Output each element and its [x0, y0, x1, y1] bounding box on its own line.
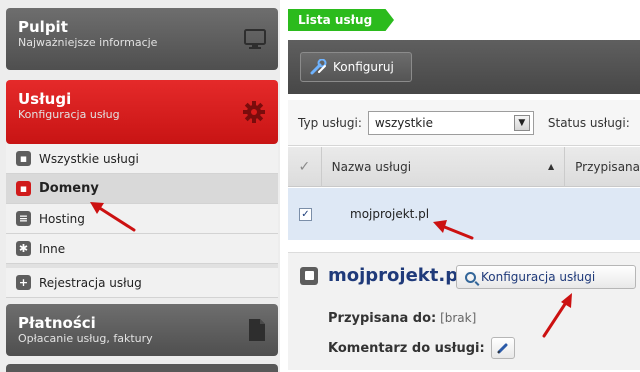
toolbar: Konfiguruj	[288, 40, 640, 94]
type-filter-select[interactable]: wszystkie ▼	[367, 110, 534, 135]
table-header: ✓ Nazwa usługi ▲ Przypisana	[288, 146, 640, 187]
sidebar: Pulpit Najważniejsze informacje Usługi K…	[0, 0, 280, 372]
document-icon	[249, 319, 265, 341]
nav-pulpit[interactable]: Pulpit Najważniejsze informacje	[6, 8, 278, 70]
plus-icon: +	[16, 275, 31, 290]
magnifier-icon	[465, 271, 476, 283]
nav-platnosci[interactable]: Płatności Opłacanie usług, faktury	[6, 304, 278, 356]
gear-icon	[243, 101, 265, 123]
services-subnav: ▪ Wszystkie usługi ▪ Domeny ≡ Hosting ✱ …	[6, 144, 278, 298]
assigned-label: Przypisana do:	[328, 311, 437, 326]
nav-platnosci-subtitle: Opłacanie usług, faktury	[18, 332, 153, 345]
sidebar-item-register-service[interactable]: + Rejestracja usług	[6, 268, 278, 298]
nav-uslugi-subtitle: Konfiguracja usług	[18, 108, 120, 121]
service-detail-header: mojprojekt.pl	[300, 265, 464, 286]
server-icon: ≡	[16, 211, 31, 226]
breadcrumb[interactable]: Lista usług	[288, 9, 394, 31]
monitor-icon	[244, 29, 266, 49]
column-header-label: Nazwa usługi	[331, 159, 412, 174]
column-header-name[interactable]: Nazwa usługi ▲	[322, 146, 566, 187]
sidebar-item-label: Domeny	[39, 181, 99, 196]
column-header-label: Przypisana	[575, 159, 640, 174]
sidebar-item-other[interactable]: ✱ Inne	[6, 234, 278, 264]
puzzle-icon: ✱	[16, 241, 31, 256]
sort-asc-icon: ▲	[547, 162, 555, 171]
service-configuration-label: Konfiguracja usługi	[481, 270, 596, 284]
comment-label: Komentarz do usługi:	[328, 340, 485, 356]
sidebar-item-domains[interactable]: ▪ Domeny	[6, 174, 278, 204]
main-content: Lista usług Konfiguruj Typ usługi: wszys…	[286, 0, 640, 372]
assigned-value: [brak]	[440, 311, 477, 325]
nav-uslugi-title: Usługi	[18, 90, 72, 108]
type-filter-value: wszystkie	[374, 115, 433, 130]
clipboard-icon: ▪	[16, 151, 31, 166]
select-all-check-icon[interactable]: ✓	[288, 146, 322, 187]
domain-icon	[300, 266, 318, 285]
chevron-down-icon[interactable]: ▼	[513, 114, 530, 131]
domain-icon: ▪	[16, 181, 31, 196]
nav-pulpit-subtitle: Najważniejsze informacje	[18, 36, 158, 49]
sidebar-item-label: Hosting	[39, 211, 85, 226]
column-header-assigned[interactable]: Przypisana	[565, 160, 640, 174]
configure-button[interactable]: Konfiguruj	[300, 52, 412, 82]
nav-platnosci-title: Płatności	[18, 314, 96, 332]
nav-uslugi[interactable]: Usługi Konfiguracja usług	[6, 80, 278, 144]
row-checkbox[interactable]: ✓	[299, 207, 312, 221]
sidebar-item-hosting[interactable]: ≡ Hosting	[6, 204, 278, 234]
sidebar-item-all-services[interactable]: ▪ Wszystkie usługi	[6, 144, 278, 174]
status-filter-label: Status usługi:	[547, 115, 630, 130]
wrench-icon	[310, 59, 327, 75]
service-detail-panel: mojprojekt.pl Konfiguracja usługi Przypi…	[288, 252, 640, 370]
nav-next-section[interactable]	[6, 364, 278, 372]
sidebar-item-label: Wszystkie usługi	[39, 151, 139, 166]
service-configuration-button[interactable]: Konfiguracja usługi	[456, 265, 636, 289]
table-row[interactable]: ✓ mojprojekt.pl	[288, 188, 640, 240]
edit-comment-button[interactable]	[490, 337, 515, 359]
sidebar-item-label: Inne	[39, 241, 66, 256]
type-filter-label: Typ usługi:	[298, 115, 362, 130]
service-detail-title: mojprojekt.pl	[328, 265, 465, 286]
configure-button-label: Konfiguruj	[333, 60, 394, 74]
comment-row: Komentarz do usługi:	[328, 337, 515, 359]
row-service-name[interactable]: mojprojekt.pl	[350, 207, 429, 221]
sidebar-item-label: Rejestracja usług	[39, 275, 142, 290]
nav-pulpit-title: Pulpit	[18, 18, 68, 36]
assigned-row: Przypisana do: [brak]	[328, 311, 476, 326]
pencil-icon	[497, 343, 508, 354]
filter-bar: Typ usługi: wszystkie ▼ Status usługi:	[288, 100, 640, 146]
